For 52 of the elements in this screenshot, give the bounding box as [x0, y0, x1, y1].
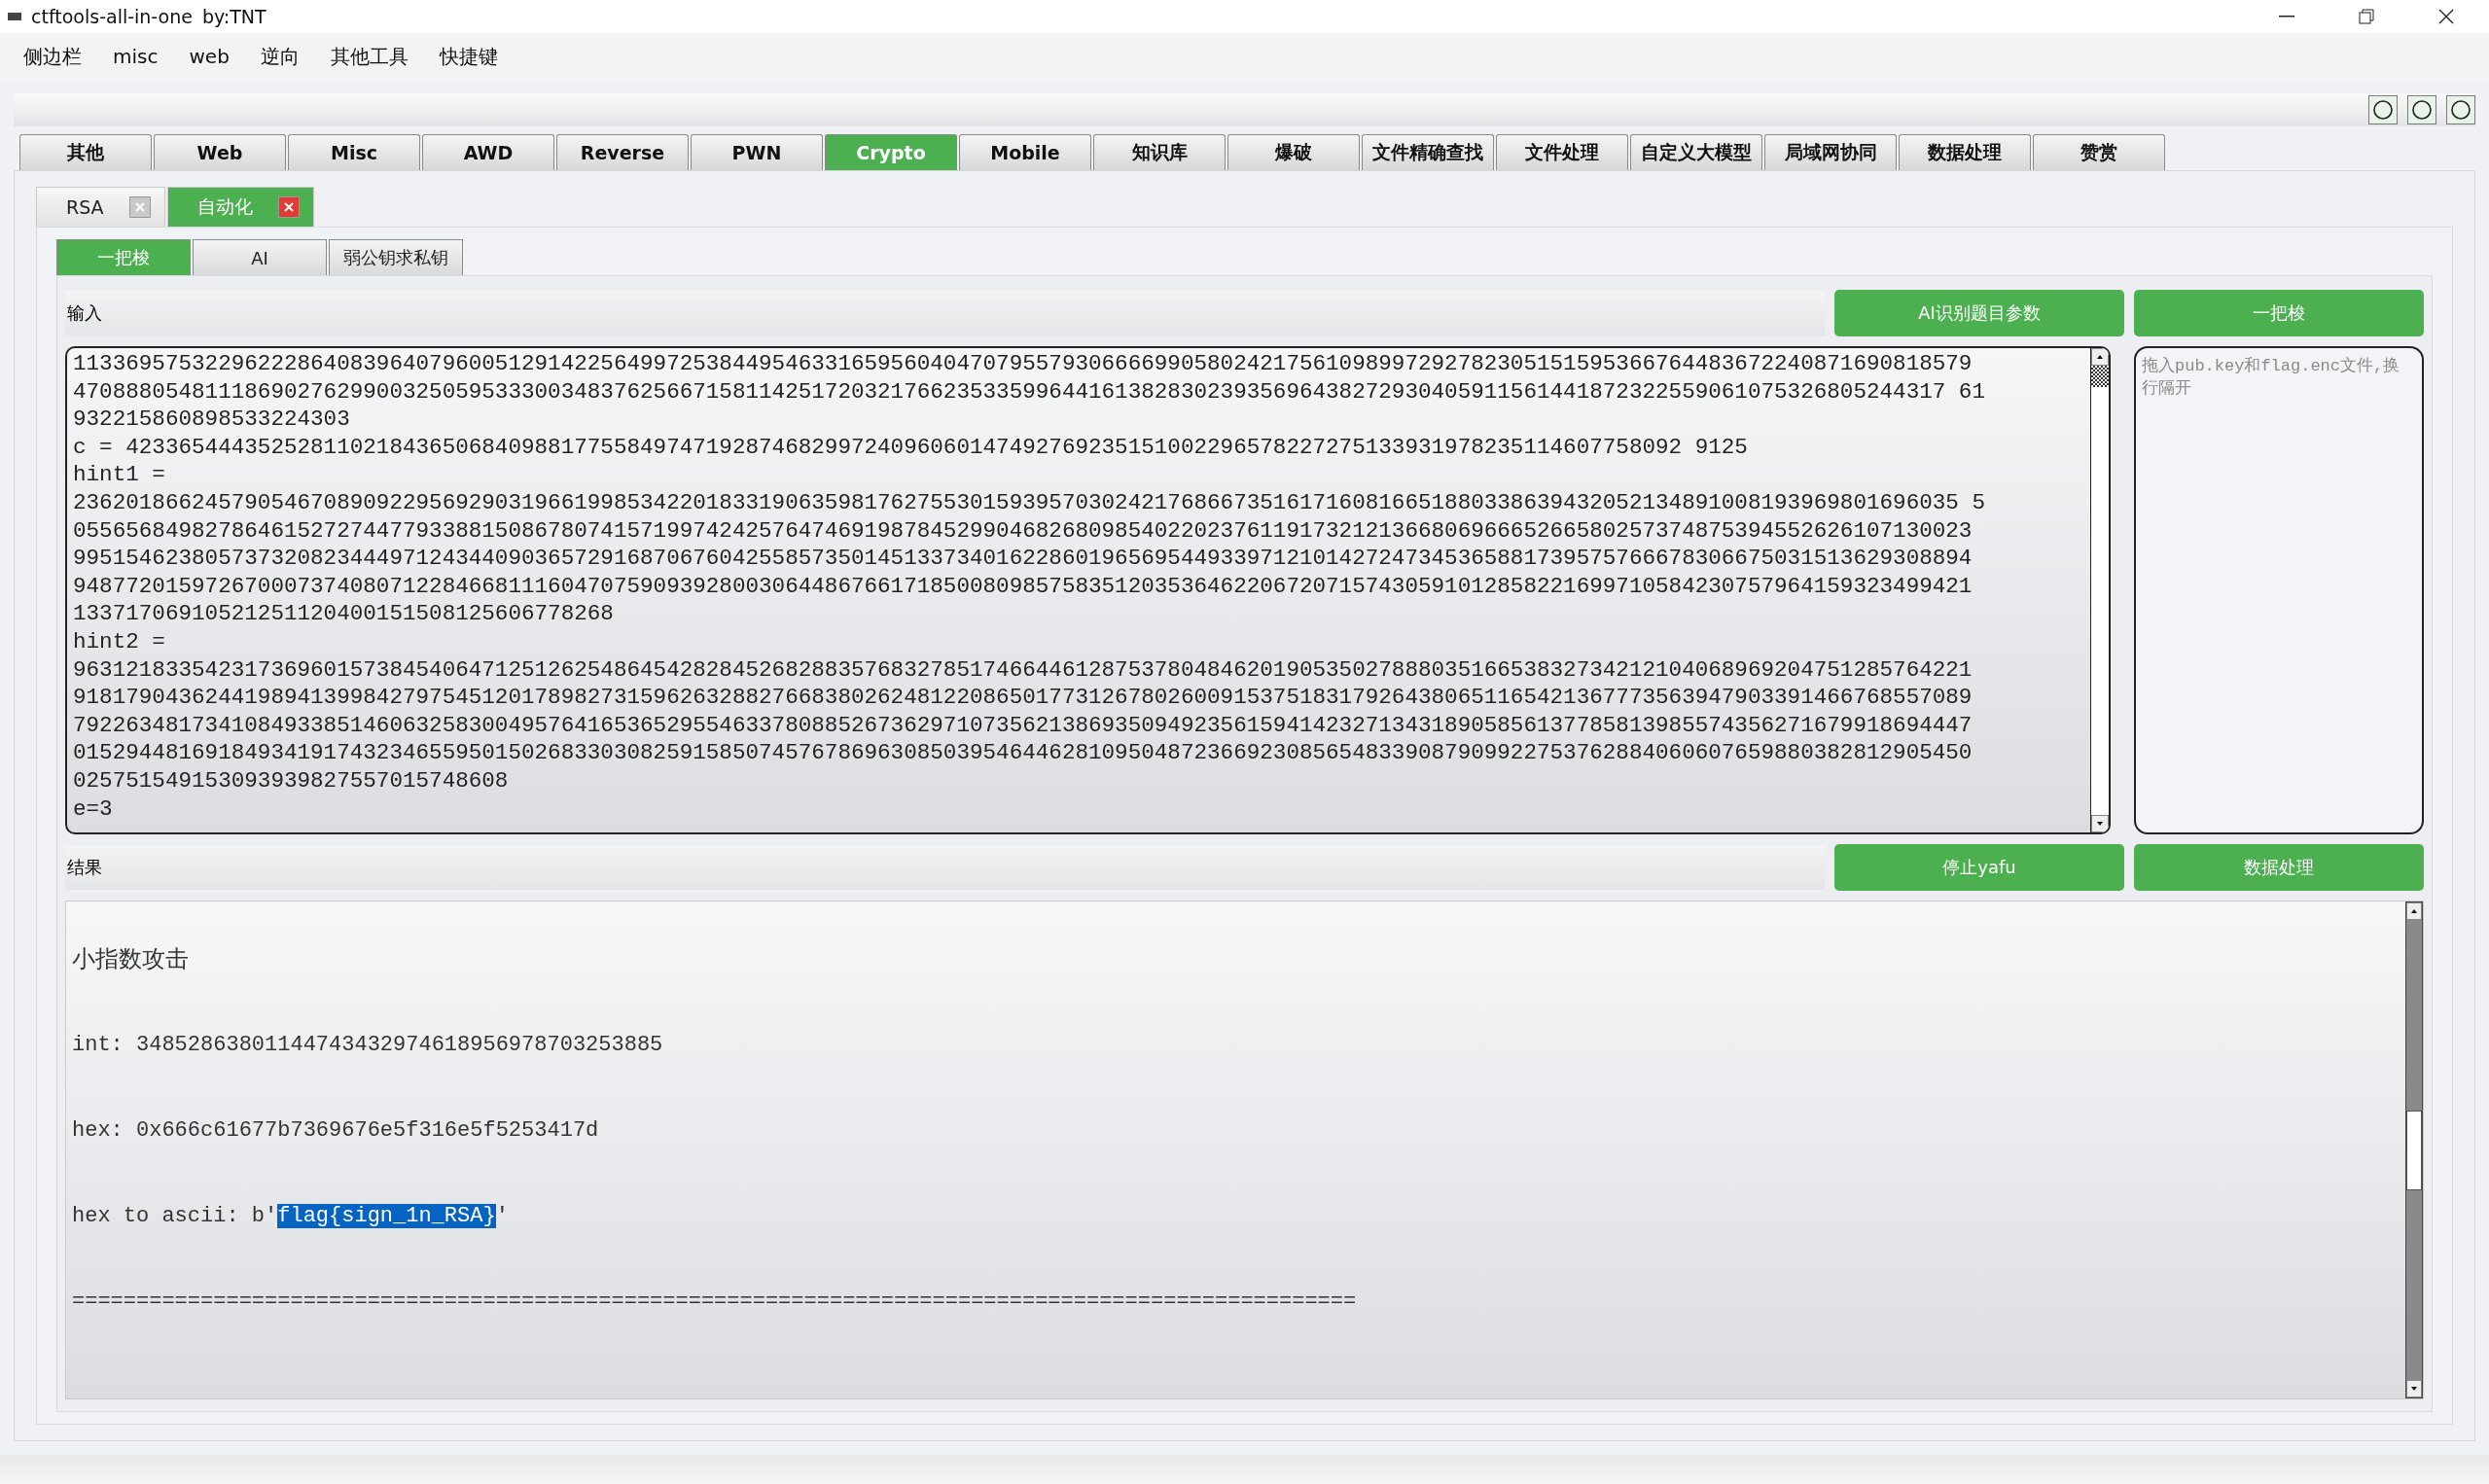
scroll-up-icon[interactable]	[2411, 909, 2417, 913]
main-tab[interactable]: Mobile	[959, 134, 1091, 170]
scroll-down-icon[interactable]	[2097, 822, 2103, 826]
output-line: int: 34852863801144743432974618956978703253885	[72, 1032, 664, 1059]
main-tab[interactable]: Web	[154, 134, 286, 170]
main-tab[interactable]: PWN	[691, 134, 823, 170]
main-tab[interactable]: 文件处理	[1496, 134, 1628, 170]
tab-label: 自动化	[196, 194, 253, 219]
scroll-up-icon[interactable]	[2097, 355, 2103, 359]
main-tab[interactable]: 局域网协同	[1764, 134, 1897, 170]
minimize-icon[interactable]	[2279, 16, 2294, 18]
output-line: ====================================================================================================	[72, 1289, 1358, 1316]
menu-item[interactable]: 其他工具	[314, 43, 424, 70]
restore-icon[interactable]	[2359, 9, 2374, 24]
tool-tab[interactable]: AI	[193, 239, 327, 275]
menu-item[interactable]: web	[173, 45, 245, 68]
scrollbar[interactable]	[2405, 901, 2423, 1398]
menu-item[interactable]: misc	[97, 45, 174, 68]
sub-tab[interactable]: RSA	[36, 187, 165, 227]
main-tab[interactable]: 其他	[19, 134, 152, 170]
scroll-down-icon[interactable]	[2411, 1387, 2417, 1391]
output-line: hex: 0x666c61677b7369676e5f316e5f5253417d	[72, 1117, 600, 1145]
scroll-thumb[interactable]	[2091, 366, 2109, 387]
menu-item[interactable]: 逆向	[244, 43, 315, 70]
main-tab[interactable]: Misc	[288, 134, 420, 170]
main-tab[interactable]: 自定义大模型	[1630, 134, 1762, 170]
section-label: 结果	[65, 845, 1825, 890]
scroll-thumb[interactable]	[2406, 1110, 2422, 1190]
main-tab[interactable]: 赞赏	[2033, 134, 2165, 170]
main-tab[interactable]: 数据处理	[1899, 134, 2031, 170]
scrollbar[interactable]	[2090, 348, 2109, 832]
tab-label: RSA	[66, 196, 104, 218]
main-tab[interactable]: 知识库	[1093, 134, 1226, 170]
window-title: ctftools-all-in-one	[31, 6, 193, 27]
tool-tab[interactable]: 弱公钥求私钥	[329, 239, 463, 275]
circle-button[interactable]	[2446, 95, 2475, 124]
output-line: hex to ascii: b'flag{sign_1n_RSA}'	[72, 1203, 510, 1230]
main-tab[interactable]: 爆破	[1227, 134, 1360, 170]
section-label: 输入	[65, 291, 1825, 336]
circle-button[interactable]	[2407, 95, 2436, 124]
close-icon[interactable]	[2438, 9, 2454, 24]
circle-button[interactable]	[2368, 95, 2398, 124]
main-tab[interactable]: 文件精确查找	[1362, 134, 1494, 170]
main-tab[interactable]: AWD	[422, 134, 554, 170]
app-icon	[8, 11, 21, 22]
output-heading: 小指数攻击	[72, 944, 190, 974]
window-author: by:TNT	[201, 6, 267, 27]
menu-item[interactable]: 侧边栏	[8, 43, 97, 70]
menu-item[interactable]: 快捷键	[423, 43, 514, 70]
file-drop-field[interactable]: 拖入pub.key和flag.enc文件,换行隔开	[2134, 346, 2424, 834]
input-field[interactable]: 113369575322962228640839640796005129142256499725384495463316595604047079557930666699058024217561098997292782305151595366764483672240871690818579 4708880548111869027629900325059533300348376256671581142517203217662353359964416138283023935696438272930405911561441872322559061075326805244317 61 932215860898533224303 c = 4233654443525281102184365068409881775584974719287468299724096060147492769235151002296578227275133931978235114607758092 9125 hint1 = 23620186624579054670890922956929031966199853422018331906359817627553015939570302421768667351617160816651880338639432052134891008193969801696035 5 055656849827864615272744779338815086780741571997424257647469198784529904682680985402202376119173212136680696665266580257374875394552626107130023 995154623805737320823444971243440903657291687067604255857350145133734016228601965695449339712101427247345365881739575766678306675031513629308894 948772015972670007374080712284668111604707590939280030644867661718500809857583512035364622067207157430591012858221699710584230757964159323499421 13371706910521251120400151508125606778268 hint2 = 963121833542317369601573845406471251262548645428284526828835768327851746644612875378048462019053502788803516653832734212104068969204751285764221 918179043624419894139984279754512017898273159626328827668380262481220865017731267802600915375183179264380651165421367773563947903391466768557089 792263481734108493385146063258300495764165365295546337808852673629710735621386935094923561594142327134318905856137785813985574356271679918694447 015294481691849341917432346559501502683303082591585074576786963085039546446281095048723669230856548339087909922753762884060607659880382812905450 025751549153093939827557015748608 e=3	[65, 346, 2111, 834]
main-tab[interactable]: Reverse	[556, 134, 689, 170]
